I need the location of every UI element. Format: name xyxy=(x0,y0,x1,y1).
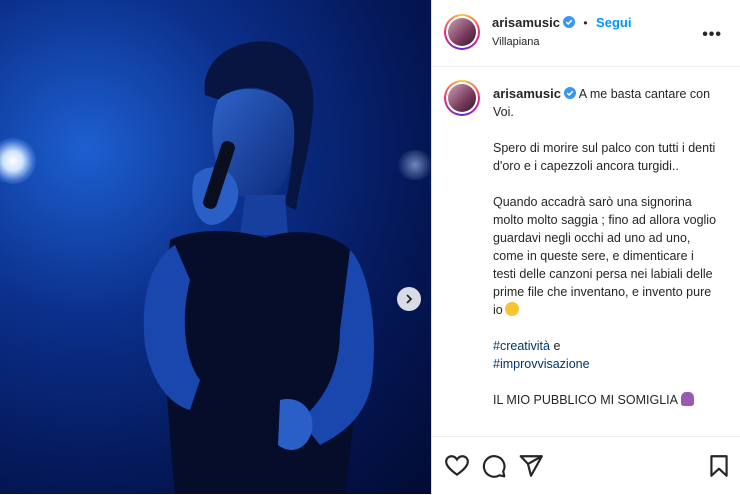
caption-avatar[interactable] xyxy=(444,80,480,116)
more-options-icon[interactable]: ••• xyxy=(702,26,722,44)
username[interactable]: arisamusic xyxy=(492,15,560,30)
comment-icon[interactable] xyxy=(481,453,507,479)
hashtag-improvvisazione[interactable]: #improvvisazione xyxy=(493,357,590,371)
grinning-emoji-icon xyxy=(504,302,519,316)
post-header: arisamusic • Segui Villapiana ••• xyxy=(432,0,740,67)
location-link[interactable]: Villapiana xyxy=(492,36,540,48)
verified-badge-icon xyxy=(563,87,576,99)
caption-username[interactable]: arisamusic xyxy=(493,86,561,101)
avatar[interactable] xyxy=(444,14,480,50)
post-photo[interactable] xyxy=(0,0,431,494)
bookmark-icon[interactable] xyxy=(706,453,732,479)
separator-dot: • xyxy=(583,16,588,30)
person-emoji-icon xyxy=(680,392,694,406)
caption-closing: IL MIO PUBBLICO MI SOMIGLIA xyxy=(493,393,678,407)
post-caption: arisamusic A me basta cantare con Voi. S… xyxy=(493,85,718,409)
post-actions-bar xyxy=(432,436,740,495)
hashtag-joiner: e xyxy=(549,339,561,353)
caption-paragraph-2: Spero di morire sul palco con tutti i de… xyxy=(493,141,716,173)
caption-paragraph-3: Quando accadrà sarò una signorina molto … xyxy=(493,195,717,317)
next-photo-button[interactable] xyxy=(397,287,421,311)
follow-button[interactable]: Segui xyxy=(596,15,631,30)
heart-icon[interactable] xyxy=(444,453,470,479)
singer-silhouette xyxy=(143,41,374,494)
verified-badge-icon xyxy=(562,16,575,28)
chevron-right-icon xyxy=(406,294,413,304)
hashtag-creativita[interactable]: #creatività xyxy=(493,339,550,353)
share-icon[interactable] xyxy=(518,453,544,479)
post-side-panel: arisamusic • Segui Villapiana ••• arisam… xyxy=(432,0,740,494)
